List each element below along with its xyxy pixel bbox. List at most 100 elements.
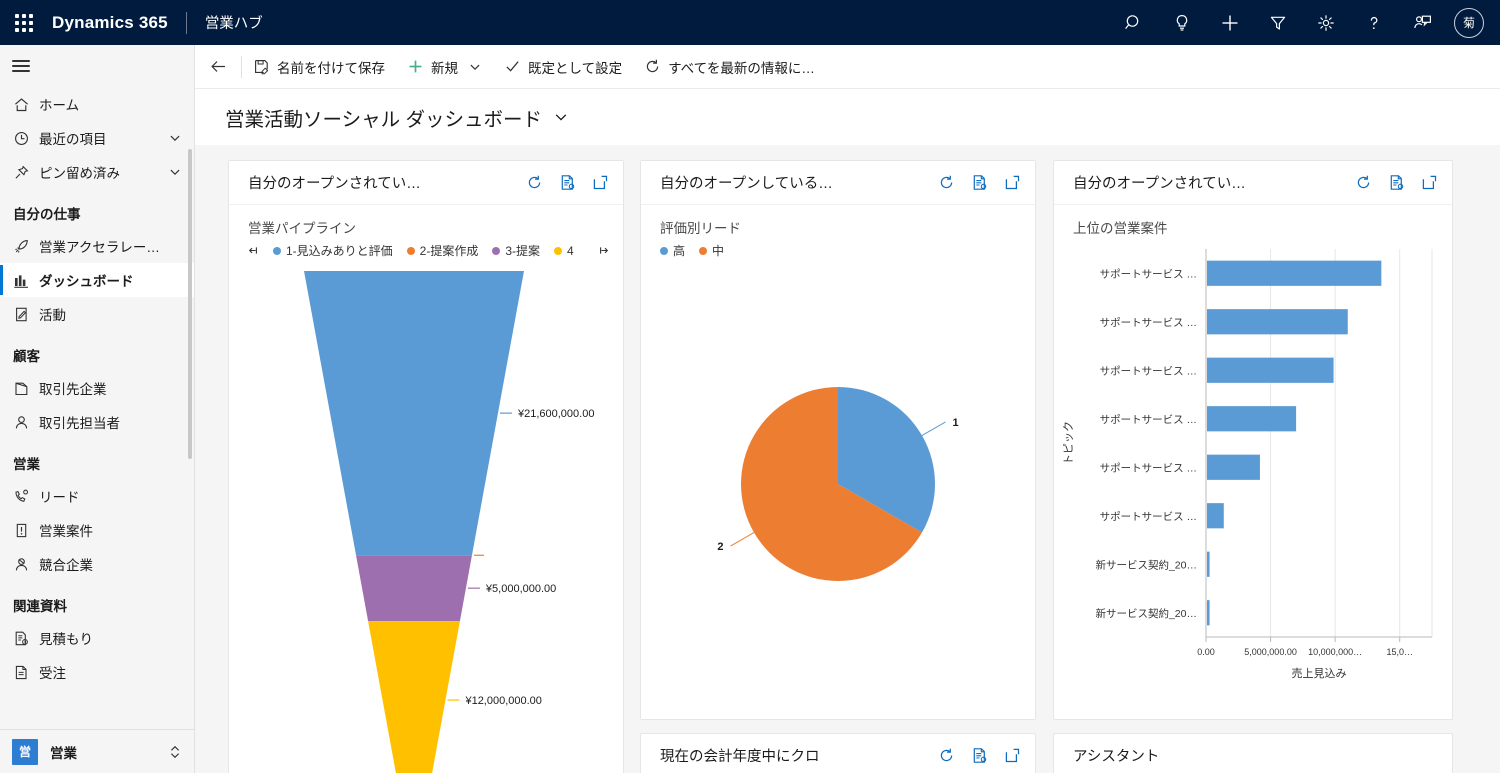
records-icon[interactable] (971, 747, 988, 764)
expand-icon[interactable] (1421, 174, 1438, 191)
legend-item[interactable]: 4 (554, 244, 574, 258)
sidebar-item-label: ピン留め済み (39, 166, 120, 181)
expand-icon[interactable] (592, 174, 609, 191)
sidebar-item-label: ホーム (39, 98, 80, 113)
command-save-as-button[interactable]: 名前を付けて保存 (242, 45, 396, 89)
sidebar-item-account[interactable]: 取引先企業 (0, 371, 194, 405)
legend-item[interactable]: 高 (660, 242, 685, 259)
funnel-chart[interactable]: ¥21,600,000.00 ¥5,000,000.00 ¥12,000,000.0… (229, 259, 623, 773)
avatar[interactable]: 菊 (1454, 7, 1484, 38)
legend-item[interactable]: 1-見込みありと評価 (273, 242, 393, 259)
x-axis-title: 売上見込み (1292, 667, 1347, 680)
filter-icon[interactable] (1254, 0, 1302, 45)
app-badge: 営 (12, 738, 38, 765)
bar[interactable] (1207, 551, 1210, 577)
sidebar-group-header: 関連資料 (13, 599, 67, 614)
legend-prev-arrow[interactable] (248, 245, 259, 256)
bar[interactable] (1207, 454, 1260, 480)
y-axis-title: トピック (1062, 421, 1075, 465)
refresh-icon[interactable] (938, 174, 955, 191)
command-label: すべてを最新の情報に… (668, 60, 815, 76)
waffle-menu-button[interactable] (0, 0, 48, 45)
refresh-icon[interactable] (938, 747, 955, 764)
chart-subtitle: 上位の営業案件 (1073, 221, 1168, 236)
legend-item[interactable]: 2-提案作成 (406, 242, 479, 259)
expand-icon[interactable] (1004, 747, 1021, 764)
sidebar-item-label: 取引先企業 (39, 382, 107, 397)
funnel-segment[interactable] (356, 555, 472, 622)
bar-chart[interactable]: サポートサービス … サポートサービス … サポートサービス … サポートサービス …… (1054, 237, 1452, 717)
sidebar-collapse-button[interactable] (0, 45, 194, 87)
bar[interactable] (1207, 406, 1297, 432)
chevron-down-icon[interactable] (168, 165, 182, 179)
funnel-segment[interactable] (304, 271, 524, 556)
bar[interactable] (1207, 503, 1224, 529)
records-icon[interactable] (1388, 174, 1405, 191)
bar-category-label: サポートサービス … (1100, 268, 1197, 280)
funnel-segment[interactable] (368, 621, 460, 773)
chevron-down-icon[interactable] (553, 109, 569, 125)
sidebar-item-pin[interactable]: ピン留め済み (0, 155, 194, 189)
sidebar-item-lead[interactable]: リード (0, 479, 194, 513)
waffle-icon (15, 13, 33, 32)
sidebar-item-activity[interactable]: 活動 (0, 297, 194, 331)
sidebar-item-opportunity[interactable]: 営業案件 (0, 513, 194, 547)
command-check-button[interactable]: 既定として設定 (493, 45, 633, 89)
legend-item[interactable]: 中 (699, 242, 724, 259)
dashboard-icon (13, 272, 39, 289)
sidebar-item-clock[interactable]: 最近の項目 (0, 121, 194, 155)
pin-icon (13, 164, 39, 181)
sidebar-item-rocket[interactable]: 営業アクセラレー… (0, 229, 194, 263)
expand-icon[interactable] (1004, 174, 1021, 191)
legend-color-dot (699, 246, 708, 255)
search-icon[interactable] (1110, 0, 1158, 45)
page-title: 営業活動ソーシャル ダッシュボード (225, 108, 543, 131)
command-refresh-button[interactable]: すべてを最新の情報に… (633, 45, 826, 89)
sidebar-item-quote[interactable]: 見積もり (0, 621, 194, 655)
pie-chart[interactable]: 12 (641, 259, 1035, 709)
topbar-actions: 菊 (1110, 0, 1500, 45)
dashboard-canvas: 自分のオープンされてい… 営業パイプライン 1-見込みありと評価 2-提案作成 … (195, 145, 1500, 773)
gear-icon[interactable] (1302, 0, 1350, 45)
app-switcher[interactable]: 営 営業 (0, 729, 194, 773)
back-button[interactable] (195, 45, 241, 89)
sidebar-item-label: 活動 (39, 308, 66, 323)
legend-label: 2-提案作成 (419, 244, 479, 258)
sidebar-item-contact[interactable]: 取引先担当者 (0, 405, 194, 439)
command-plus-button[interactable]: 新規 (396, 45, 493, 89)
bar[interactable] (1207, 600, 1210, 626)
page-header: 営業活動ソーシャル ダッシュボード (195, 89, 1500, 145)
records-icon[interactable] (971, 174, 988, 191)
sidebar-item-order[interactable]: 受注 (0, 655, 194, 689)
bar[interactable] (1207, 260, 1382, 286)
sidebar-item-home[interactable]: ホーム (0, 87, 194, 121)
save-as-icon (253, 58, 270, 75)
card-title: 自分のオープンされてい… (248, 176, 421, 192)
avatar-initial: 菊 (1462, 16, 1475, 30)
account-icon (13, 380, 39, 397)
sidebar-group-header: 顧客 (13, 349, 40, 364)
dashboard-card-leads: 自分のオープンしている… 評価別リード 高中 12 (640, 160, 1036, 720)
chevron-down-icon[interactable] (168, 131, 182, 145)
sidebar-item-dashboard[interactable]: ダッシュボード (0, 263, 194, 297)
assistant-icon[interactable] (1398, 0, 1446, 45)
sidebar-scrollbar[interactable] (188, 149, 192, 459)
card-title: アシスタント (1073, 749, 1160, 765)
lightbulb-icon[interactable] (1158, 0, 1206, 45)
bar[interactable] (1207, 309, 1348, 335)
plus-icon[interactable] (1206, 0, 1254, 45)
records-icon[interactable] (559, 174, 576, 191)
refresh-icon[interactable] (526, 174, 543, 191)
bar[interactable] (1207, 357, 1334, 383)
sidebar-item-label: 営業案件 (39, 524, 93, 539)
chevron-updown-icon (168, 743, 182, 761)
legend-item[interactable]: 3-提案 (492, 242, 540, 259)
help-icon[interactable] (1350, 0, 1398, 45)
dashboard-card-pipeline: 自分のオープンされてい… 営業パイプライン 1-見込みありと評価 2-提案作成 … (228, 160, 624, 773)
legend-next-arrow[interactable] (598, 245, 623, 256)
x-tick-label: 15,0… (1386, 647, 1413, 657)
chevron-down-icon[interactable] (468, 60, 482, 74)
sidebar-item-competitor[interactable]: 競合企業 (0, 547, 194, 581)
bar-category-label: 新サービス契約_20… (1095, 558, 1197, 571)
refresh-icon[interactable] (1355, 174, 1372, 191)
